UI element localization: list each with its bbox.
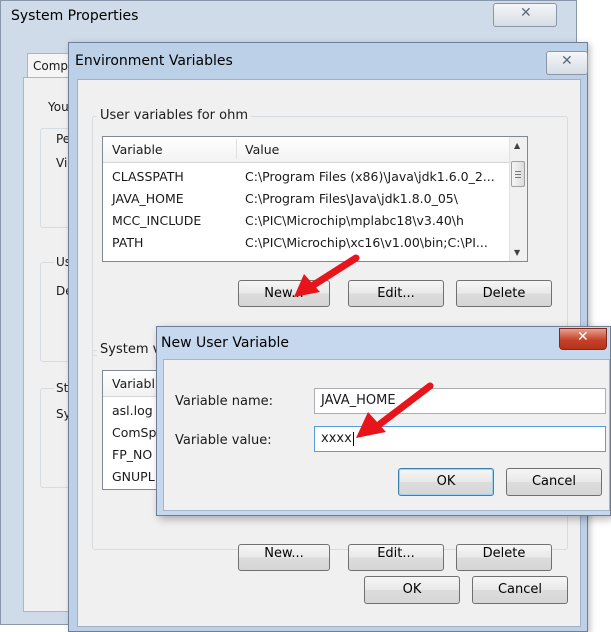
env-ok-button[interactable]: OK xyxy=(364,576,460,604)
new-user-variable-close-button[interactable]: ✕ xyxy=(559,328,607,350)
list-item[interactable]: PATH C:\PIC\Microchip\xc16\v1.00\bin;C:\… xyxy=(103,231,527,253)
red-arrow-icon xyxy=(294,254,360,297)
new-var-ok-button[interactable]: OK xyxy=(398,468,494,496)
user-variables-list[interactable]: Variable Value CLASSPATH C:\Program File… xyxy=(102,136,528,262)
close-icon: ✕ xyxy=(520,5,532,21)
environment-variables-close-button[interactable]: ✕ xyxy=(546,51,588,75)
variable-value-label: Variable value: xyxy=(175,433,272,448)
system-delete-button[interactable]: Delete xyxy=(456,544,552,571)
column-header-variable[interactable]: Variabl xyxy=(112,376,155,391)
environment-variables-title: Environment Variables xyxy=(75,53,233,69)
variable-cell: asl.log xyxy=(112,403,153,418)
variable-cell: JAVA_HOME xyxy=(112,191,184,206)
system-properties-close-button[interactable]: ✕ xyxy=(493,3,557,27)
text-fragment: You xyxy=(48,100,69,114)
vertical-scrollbar[interactable]: ▲ ▼ xyxy=(509,137,527,261)
scroll-up-icon[interactable]: ▲ xyxy=(514,141,520,150)
column-header-value[interactable]: Value xyxy=(245,142,279,157)
variable-cell: GNUPL xyxy=(112,469,155,484)
scroll-down-icon[interactable]: ▼ xyxy=(514,248,520,257)
close-icon: ✕ xyxy=(561,53,573,69)
variable-cell: FP_NO xyxy=(112,447,153,462)
system-properties-title: System Properties xyxy=(11,8,139,24)
list-item[interactable]: CLASSPATH C:\Program Files (x86)\Java\jd… xyxy=(103,165,527,187)
list-header: Variable Value xyxy=(103,137,527,163)
red-arrow-icon xyxy=(356,382,434,438)
text-fragment: Vi xyxy=(56,156,68,170)
list-item[interactable]: MCC_INCLUDE C:\PIC\Microchip\mplabc18\v3… xyxy=(103,209,527,231)
variable-cell: CLASSPATH xyxy=(112,169,184,184)
new-var-cancel-button[interactable]: Cancel xyxy=(506,468,602,496)
user-delete-button[interactable]: Delete xyxy=(456,280,552,307)
variable-cell: ComSp xyxy=(112,425,157,440)
value-cell: C:\PIC\Microchip\mplabc18\v3.40\h xyxy=(245,213,464,228)
column-header-variable[interactable]: Variable xyxy=(112,142,163,157)
system-edit-button[interactable]: Edit... xyxy=(348,544,444,571)
tab-label: Comp xyxy=(33,59,69,73)
close-icon: ✕ xyxy=(577,329,589,345)
scroll-thumb[interactable] xyxy=(511,161,525,187)
value-cell: C:\Program Files\Java\jdk1.8.0_05\ xyxy=(245,191,458,206)
system-new-button[interactable]: New... xyxy=(238,544,330,571)
new-user-variable-title: New User Variable xyxy=(161,335,290,351)
variable-value-text: xxxx xyxy=(321,431,352,446)
column-divider xyxy=(236,139,237,159)
value-cell: C:\Program Files (x86)\Java\jdk1.6.0_2..… xyxy=(245,169,495,184)
list-item[interactable]: JAVA_HOME C:\Program Files\Java\jdk1.8.0… xyxy=(103,187,527,209)
env-cancel-button[interactable]: Cancel xyxy=(472,576,568,604)
value-cell: C:\PIC\Microchip\xc16\v1.00\bin;C:\PI... xyxy=(245,235,488,250)
system-variables-label: System v xyxy=(97,342,164,357)
variable-name-label: Variable name: xyxy=(175,394,274,409)
user-variables-label: User variables for ohm xyxy=(97,108,251,123)
variable-cell: MCC_INCLUDE xyxy=(112,213,202,228)
variable-cell: PATH xyxy=(112,235,144,250)
